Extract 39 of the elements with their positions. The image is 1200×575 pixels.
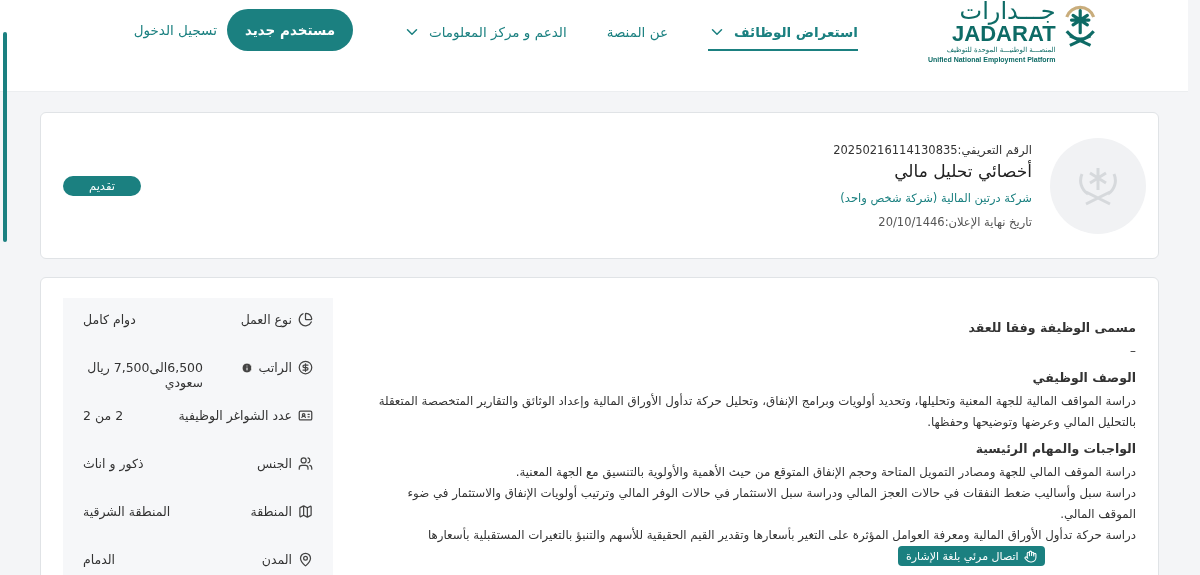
fact-icon — [298, 456, 313, 471]
company-link[interactable]: شركة درتين المالية (شركة شخص واحد) — [840, 190, 1032, 205]
sign-language-button[interactable]: اتصال مرئي بلغة الإشارة — [898, 546, 1045, 566]
fact-label: المنطقة — [250, 504, 292, 519]
fact-label: الجنس — [256, 456, 292, 471]
fact-value: ذكور و اناث — [83, 456, 144, 471]
fact-icon — [298, 552, 313, 567]
section-heading: الوصف الوظيفي — [1032, 370, 1136, 385]
paragraph: دراسة حركة تدأول الأوراق المالية ومعرفة العوامل المؤثرة على التغير بأسعارها وتقدير القيم الحقيقية للأسهم والتنبؤ بالتغيرات المستقبلية بأسعارها — [428, 526, 1136, 545]
section-heading: الواجبات والمهام الرئيسية — [975, 441, 1136, 456]
paragraph: دراسة سبل وأساليب ضغط النفقات في حالات العجز المالي ودراسة سبل الاستثمار في حالات الوفر المالي وترتيب أولويات الإنفاق والاستثمار في ضوء الموقف المالي. — [406, 484, 1136, 523]
info-icon[interactable] — [240, 361, 253, 374]
fact-value: 2 من 2 — [83, 408, 124, 423]
fact-label: المدن — [261, 552, 292, 567]
paragraph: دراسة المواقف المالية للجهة المعنية وتحليلها، وتحديد أولويات وبرامج الإنفاق، وتحليل حركة تدأول الأوراق المالية وإعداد الوثائق والتقارير المتخصصة المتعقلة بالتحليل المالي وعرضها وتوضيحها وحفظها. — [377, 392, 1136, 432]
login-link[interactable]: تسجيل الدخول — [133, 22, 217, 38]
fact-value: الدمام — [83, 552, 116, 567]
paragraph: دراسة الموقف المالي للجهة ومصادر التمويل المتاحة وحجم الإنفاق المتوقع من حيث الأهمية والأولوية بالتنسيق مع الجهة المعنية. — [515, 463, 1136, 482]
job-title: أخصائي تحليل مالي — [894, 160, 1032, 181]
fact-value: 6,500الى7,500 ريال سعودي — [86, 360, 203, 390]
deadline-text: تاريخ نهاية الإعلان:20/10/1446 — [878, 214, 1032, 229]
register-button[interactable]: مستخدم جديد — [226, 9, 354, 51]
fact-icon — [298, 312, 313, 327]
section-heading: مسمى الوظيفة وفقا للعقد — [968, 320, 1136, 335]
fact-label: نوع العمل — [240, 312, 292, 327]
hand-icon — [1023, 549, 1037, 563]
fact-icon — [298, 408, 313, 423]
fact-label: الراتب — [258, 360, 292, 375]
fact-icon — [298, 360, 313, 375]
paragraph: – — [1130, 343, 1136, 360]
nav-link[interactable]: عن المنصة — [606, 19, 668, 51]
fact-value: دوام كامل — [83, 312, 136, 327]
fact-value: المنطقة الشرقية — [83, 504, 171, 519]
fact-label: عدد الشواغر الوظيفية — [178, 408, 292, 423]
job-id: الرقم التعريفي:20250216114130835 — [833, 142, 1032, 157]
nav-link[interactable]: الدعم و مركز المعلومات — [403, 19, 567, 51]
nav-link[interactable]: استعراض الوظائف — [708, 19, 858, 51]
fact-icon — [298, 504, 313, 519]
apply-button[interactable]: تقديم — [63, 175, 141, 196]
